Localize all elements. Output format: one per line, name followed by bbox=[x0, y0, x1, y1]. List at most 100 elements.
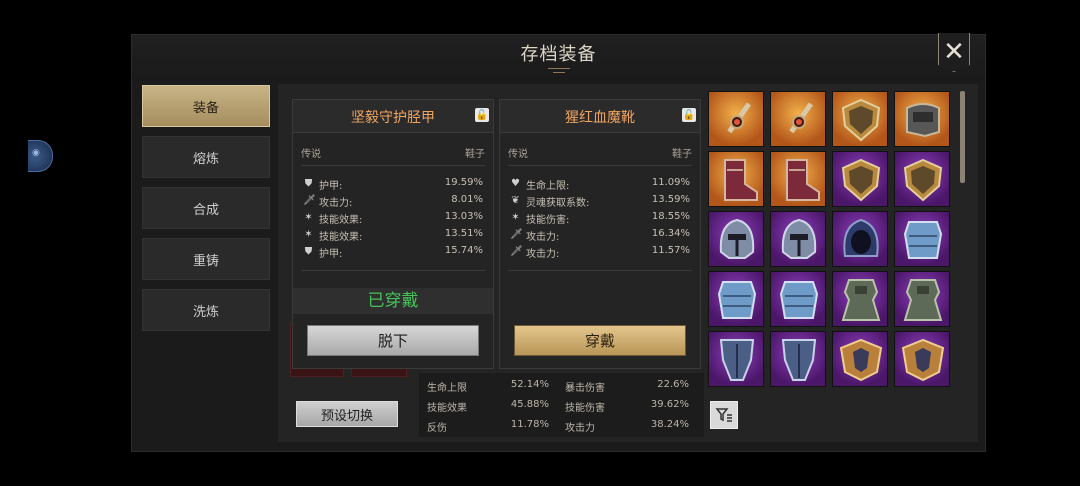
close-icon: ✕ bbox=[943, 37, 965, 67]
gauntlet-icon bbox=[906, 103, 940, 138]
item-slot-type: 鞋子 bbox=[465, 149, 485, 160]
stat-name: 攻击力: bbox=[319, 198, 353, 209]
inventory-slot[interactable] bbox=[770, 211, 826, 267]
inventory-slot[interactable] bbox=[894, 331, 950, 387]
stat-value: 38.24% bbox=[650, 419, 689, 430]
inventory-slot[interactable] bbox=[894, 151, 950, 207]
preset-switch-button[interactable]: 预设切换 bbox=[296, 401, 398, 427]
filter-button[interactable] bbox=[710, 401, 738, 429]
inventory-slot[interactable] bbox=[832, 211, 888, 267]
inventory-slot[interactable] bbox=[708, 271, 764, 327]
inventory-slot[interactable] bbox=[894, 211, 950, 267]
tab-refine[interactable]: 洗炼 bbox=[142, 289, 270, 331]
stat-name: 生命上限: bbox=[526, 181, 570, 192]
inventory-slot[interactable] bbox=[708, 331, 764, 387]
inventory-slot[interactable] bbox=[832, 151, 888, 207]
stat-row: 🗡 攻击力: 11.57% bbox=[510, 245, 690, 261]
collar-icon bbox=[901, 338, 945, 382]
tab-synthesize[interactable]: 合成 bbox=[142, 187, 270, 229]
stat-value: 13.51% bbox=[444, 228, 483, 239]
sword-icon bbox=[789, 102, 813, 134]
chest-armor-icon bbox=[717, 281, 757, 319]
close-button[interactable]: ✕ bbox=[938, 33, 970, 72]
inventory-slot[interactable] bbox=[832, 331, 888, 387]
card-header: 猩红血魔靴 🔓 bbox=[500, 100, 700, 133]
robe-icon bbox=[841, 279, 881, 321]
stat-row: ✶ 技能伤害: 18.55% bbox=[510, 211, 690, 227]
lock-icon[interactable]: 🔓 bbox=[682, 108, 696, 122]
equipped-status: 已穿戴 bbox=[293, 288, 493, 314]
tab-smelt[interactable]: 熔炼 bbox=[142, 136, 270, 178]
inventory-slot[interactable] bbox=[770, 331, 826, 387]
stat-value: 39.62% bbox=[650, 399, 689, 410]
card-header: 坚毅守护胫甲 🔓 bbox=[293, 100, 493, 133]
inventory-slot[interactable] bbox=[770, 151, 826, 207]
tab-equipment[interactable]: 装备 bbox=[142, 85, 270, 127]
soul-icon: ❦ bbox=[511, 195, 520, 206]
shield-icon: ⛊ bbox=[304, 246, 313, 257]
inventory-grid bbox=[708, 91, 958, 391]
stat-row: ⛊ 护甲: 15.74% bbox=[303, 245, 483, 261]
stat-value: 19.59% bbox=[444, 177, 483, 188]
side-menu-orb[interactable]: ◉ bbox=[28, 140, 53, 172]
inventory-slot[interactable] bbox=[770, 271, 826, 327]
skill-icon: ✶ bbox=[511, 212, 520, 223]
robe-icon bbox=[903, 279, 943, 321]
stat-row: ♥ 生命上限: 11.09% bbox=[510, 177, 690, 193]
stat-row: 🗡 攻击力: 8.01% bbox=[303, 194, 483, 210]
divider bbox=[508, 165, 692, 166]
boot-icon bbox=[724, 159, 758, 201]
stat-value: 13.03% bbox=[444, 211, 483, 222]
stat-value: 11.78% bbox=[510, 419, 549, 430]
stat-row: ✶ 技能效果: 13.03% bbox=[303, 211, 483, 227]
heart-icon: ♥ bbox=[511, 178, 520, 189]
chest-armor-icon bbox=[903, 221, 943, 259]
unequip-button[interactable]: 脱下 bbox=[307, 325, 479, 356]
chest-armor-icon bbox=[779, 281, 819, 319]
shield-icon bbox=[903, 158, 943, 202]
helmet-icon bbox=[781, 218, 817, 259]
stat-name: 护甲: bbox=[319, 249, 343, 260]
stat-label: 反伤 bbox=[427, 423, 447, 434]
archive-equipment-dialog: 存档装备 ✕ 装备 熔炼 合成 重铸 洗炼 预设切换 生命上限 52.14% 暴… bbox=[131, 33, 986, 452]
sword-icon: 🗡 bbox=[510, 246, 523, 257]
stat-name: 技能效果: bbox=[319, 232, 363, 243]
sword-icon bbox=[727, 102, 751, 134]
stat-value: 16.34% bbox=[651, 228, 690, 239]
tab-recast[interactable]: 重铸 bbox=[142, 238, 270, 280]
stat-name: 攻击力: bbox=[526, 232, 560, 243]
equip-button[interactable]: 穿戴 bbox=[514, 325, 686, 356]
stat-row: ❦ 灵魂获取系数: 13.59% bbox=[510, 194, 690, 210]
boot-icon bbox=[786, 159, 820, 201]
stat-label: 技能效果 bbox=[427, 403, 467, 414]
stat-label: 攻击力 bbox=[565, 423, 595, 434]
stat-name: 护甲: bbox=[319, 181, 343, 192]
inventory-slot[interactable] bbox=[770, 91, 826, 147]
lock-icon[interactable]: 🔓 bbox=[475, 108, 489, 122]
inventory-slot[interactable] bbox=[832, 91, 888, 147]
divider bbox=[301, 270, 485, 271]
item-slot-type: 鞋子 bbox=[672, 149, 692, 160]
inventory-slot[interactable] bbox=[832, 271, 888, 327]
stat-value: 13.59% bbox=[651, 194, 690, 205]
item-rarity: 传说 bbox=[301, 149, 321, 160]
inventory-slot[interactable] bbox=[708, 211, 764, 267]
inventory-slot[interactable] bbox=[894, 91, 950, 147]
orb-icon: ◉ bbox=[32, 148, 40, 158]
inventory-slot[interactable] bbox=[708, 91, 764, 147]
inventory-slot[interactable] bbox=[894, 271, 950, 327]
stat-name: 技能效果: bbox=[319, 215, 363, 226]
inventory-scrollbar[interactable] bbox=[960, 91, 965, 183]
shield-icon bbox=[841, 98, 881, 142]
stat-value: 8.01% bbox=[451, 194, 483, 205]
candidate-item-card: 猩红血魔靴 🔓 传说 鞋子 ♥ 生命上限: 11.09% ❦ 灵魂获取系数: 13.59… bbox=[499, 99, 701, 369]
hood-icon bbox=[843, 218, 879, 257]
item-name: 猩红血魔靴 bbox=[565, 110, 635, 126]
leg-armor-icon bbox=[781, 339, 817, 381]
stat-value: 18.55% bbox=[651, 211, 690, 222]
stat-row: ⛊ 护甲: 19.59% bbox=[303, 177, 483, 193]
stat-row: 🗡 攻击力: 16.34% bbox=[510, 228, 690, 244]
sword-icon: 🗡 bbox=[510, 229, 523, 240]
inventory-slot[interactable] bbox=[708, 151, 764, 207]
skill-icon: ✶ bbox=[304, 229, 313, 240]
